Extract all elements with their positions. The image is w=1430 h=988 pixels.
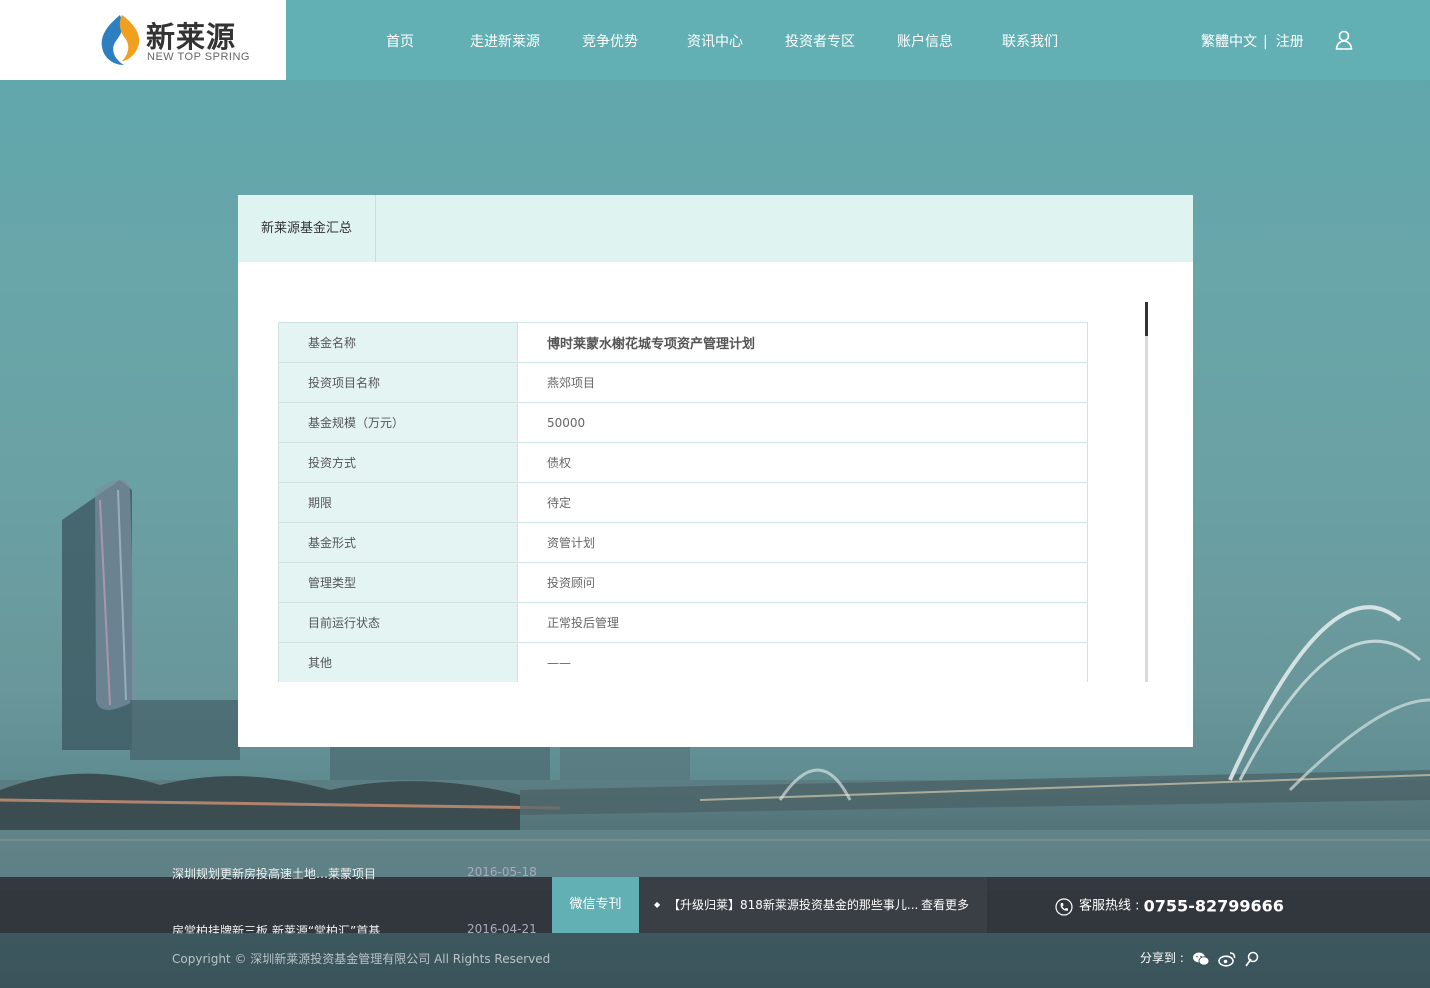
fund-table-scroll-area[interactable]: 基金名称 博时莱蒙水榭花城专项资产管理计划 投资项目名称 燕郊项目 基金规模（万元） 50… xyxy=(278,322,1088,682)
table-cell-label: 期限 xyxy=(278,482,518,523)
table-row: 基金规模（万元） 50000 xyxy=(278,402,1088,443)
copyright-text: Copyright © 深圳新莱源投资基金管理有限公司 All Rights R… xyxy=(172,952,551,966)
view-more-link[interactable]: 查看更多 xyxy=(921,877,969,933)
table-cell-label: 基金形式 xyxy=(278,522,518,563)
site-header: 新莱源 NEW TOP SPRING 首页 走进新莱源 竞争优势 资讯中心 投资… xyxy=(0,0,1430,80)
wechat-article-link[interactable]: 【升级归莱】818新莱源投资基金的那些事儿... xyxy=(668,877,918,933)
table-cell-value: 博时莱蒙水榭花城专项资产管理计划 xyxy=(517,322,1088,363)
fund-summary-panel: 新莱源基金汇总 基金名称 博时莱蒙水榭花城专项资产管理计划 投资项目名称 燕郊项目 基金… xyxy=(238,195,1193,747)
nav-account[interactable]: 账户信息 xyxy=(897,31,953,51)
nav-home[interactable]: 首页 xyxy=(386,31,414,51)
news-ticker: 深圳规划更新房投高速土地…莱蒙项目 2016-05-18 房堂柏挂牌新三板 新莱… xyxy=(0,862,552,934)
table-cell-value: —— xyxy=(517,642,1088,682)
table-cell-value: 正常投后管理 xyxy=(517,602,1088,643)
logo[interactable]: 新莱源 NEW TOP SPRING xyxy=(0,0,286,80)
logo-mark-icon xyxy=(101,15,140,65)
scrollbar-thumb[interactable] xyxy=(1145,302,1148,336)
hotline-number: 0755-82799666 xyxy=(1143,896,1284,916)
nav-about[interactable]: 走进新莱源 xyxy=(470,31,540,51)
fund-details-table: 基金名称 博时莱蒙水榭花城专项资产管理计划 投资项目名称 燕郊项目 基金规模（万元） 50… xyxy=(278,322,1088,682)
nav-contact[interactable]: 联系我们 xyxy=(1002,31,1058,51)
share-bar: 分享到 : xyxy=(1140,949,1261,967)
table-cell-value: 待定 xyxy=(517,482,1088,523)
table-cell-label: 投资项目名称 xyxy=(278,362,518,403)
bullet-icon: ◆ xyxy=(654,900,661,909)
table-cell-value: 投资顾问 xyxy=(517,562,1088,603)
table-row: 目前运行状态 正常投后管理 xyxy=(278,602,1088,643)
logo-name-cn: 新莱源 xyxy=(146,20,237,54)
tencent-weibo-icon[interactable] xyxy=(1243,951,1261,967)
panel-tab-bar: 新莱源基金汇总 xyxy=(238,195,1193,262)
share-label: 分享到 : xyxy=(1140,951,1188,965)
table-cell-value: 债权 xyxy=(517,442,1088,483)
news-item-date: 2016-05-18 xyxy=(467,865,537,879)
table-row: 基金形式 资管计划 xyxy=(278,522,1088,563)
table-cell-label: 目前运行状态 xyxy=(278,602,518,643)
table-row: 期限 待定 xyxy=(278,482,1088,523)
table-cell-value: 资管计划 xyxy=(517,522,1088,563)
user-icon[interactable] xyxy=(1335,30,1353,50)
lang-switch-link[interactable]: 繁體中文 xyxy=(1201,34,1257,50)
nav-news[interactable]: 资讯中心 xyxy=(687,31,743,51)
table-cell-label: 基金规模（万元） xyxy=(278,402,518,443)
table-row: 基金名称 博时莱蒙水榭花城专项资产管理计划 xyxy=(278,322,1088,363)
nav-investors[interactable]: 投资者专区 xyxy=(785,31,855,51)
table-cell-label: 基金名称 xyxy=(278,322,518,363)
logo-name-en: NEW TOP SPRING xyxy=(147,51,250,63)
header-links: 繁體中文 | 注册 xyxy=(1201,31,1304,51)
table-cell-label: 其他 xyxy=(278,642,518,682)
scrollbar-track[interactable] xyxy=(1145,302,1148,682)
table-row: 管理类型 投资顾问 xyxy=(278,562,1088,603)
nav-advantages[interactable]: 竞争优势 xyxy=(582,31,638,51)
register-link[interactable]: 注册 xyxy=(1276,34,1304,50)
hotline-label: 客服热线 : xyxy=(1079,898,1144,914)
header-link-separator: | xyxy=(1263,34,1268,50)
table-cell-label: 投资方式 xyxy=(278,442,518,483)
wechat-feature-tab[interactable]: 微信专刊 xyxy=(552,877,639,933)
phone-icon xyxy=(1055,897,1073,916)
wechat-feature-box: ◆ 【升级归莱】818新莱源投资基金的那些事儿... 查看更多 xyxy=(639,877,987,933)
table-cell-value: 50000 xyxy=(517,402,1088,443)
table-row: 投资项目名称 燕郊项目 xyxy=(278,362,1088,403)
table-cell-value: 燕郊项目 xyxy=(517,362,1088,403)
news-item-title[interactable]: 深圳规划更新房投高速土地…莱蒙项目 xyxy=(172,865,376,882)
tab-fund-summary[interactable]: 新莱源基金汇总 xyxy=(238,195,376,262)
hotline: 客服热线 : 0755-82799666 xyxy=(1055,895,1284,917)
table-row: 其他 —— xyxy=(278,642,1088,682)
table-cell-label: 管理类型 xyxy=(278,562,518,603)
table-row: 投资方式 债权 xyxy=(278,442,1088,483)
weibo-icon[interactable] xyxy=(1217,951,1236,967)
wechat-icon[interactable] xyxy=(1192,951,1210,967)
